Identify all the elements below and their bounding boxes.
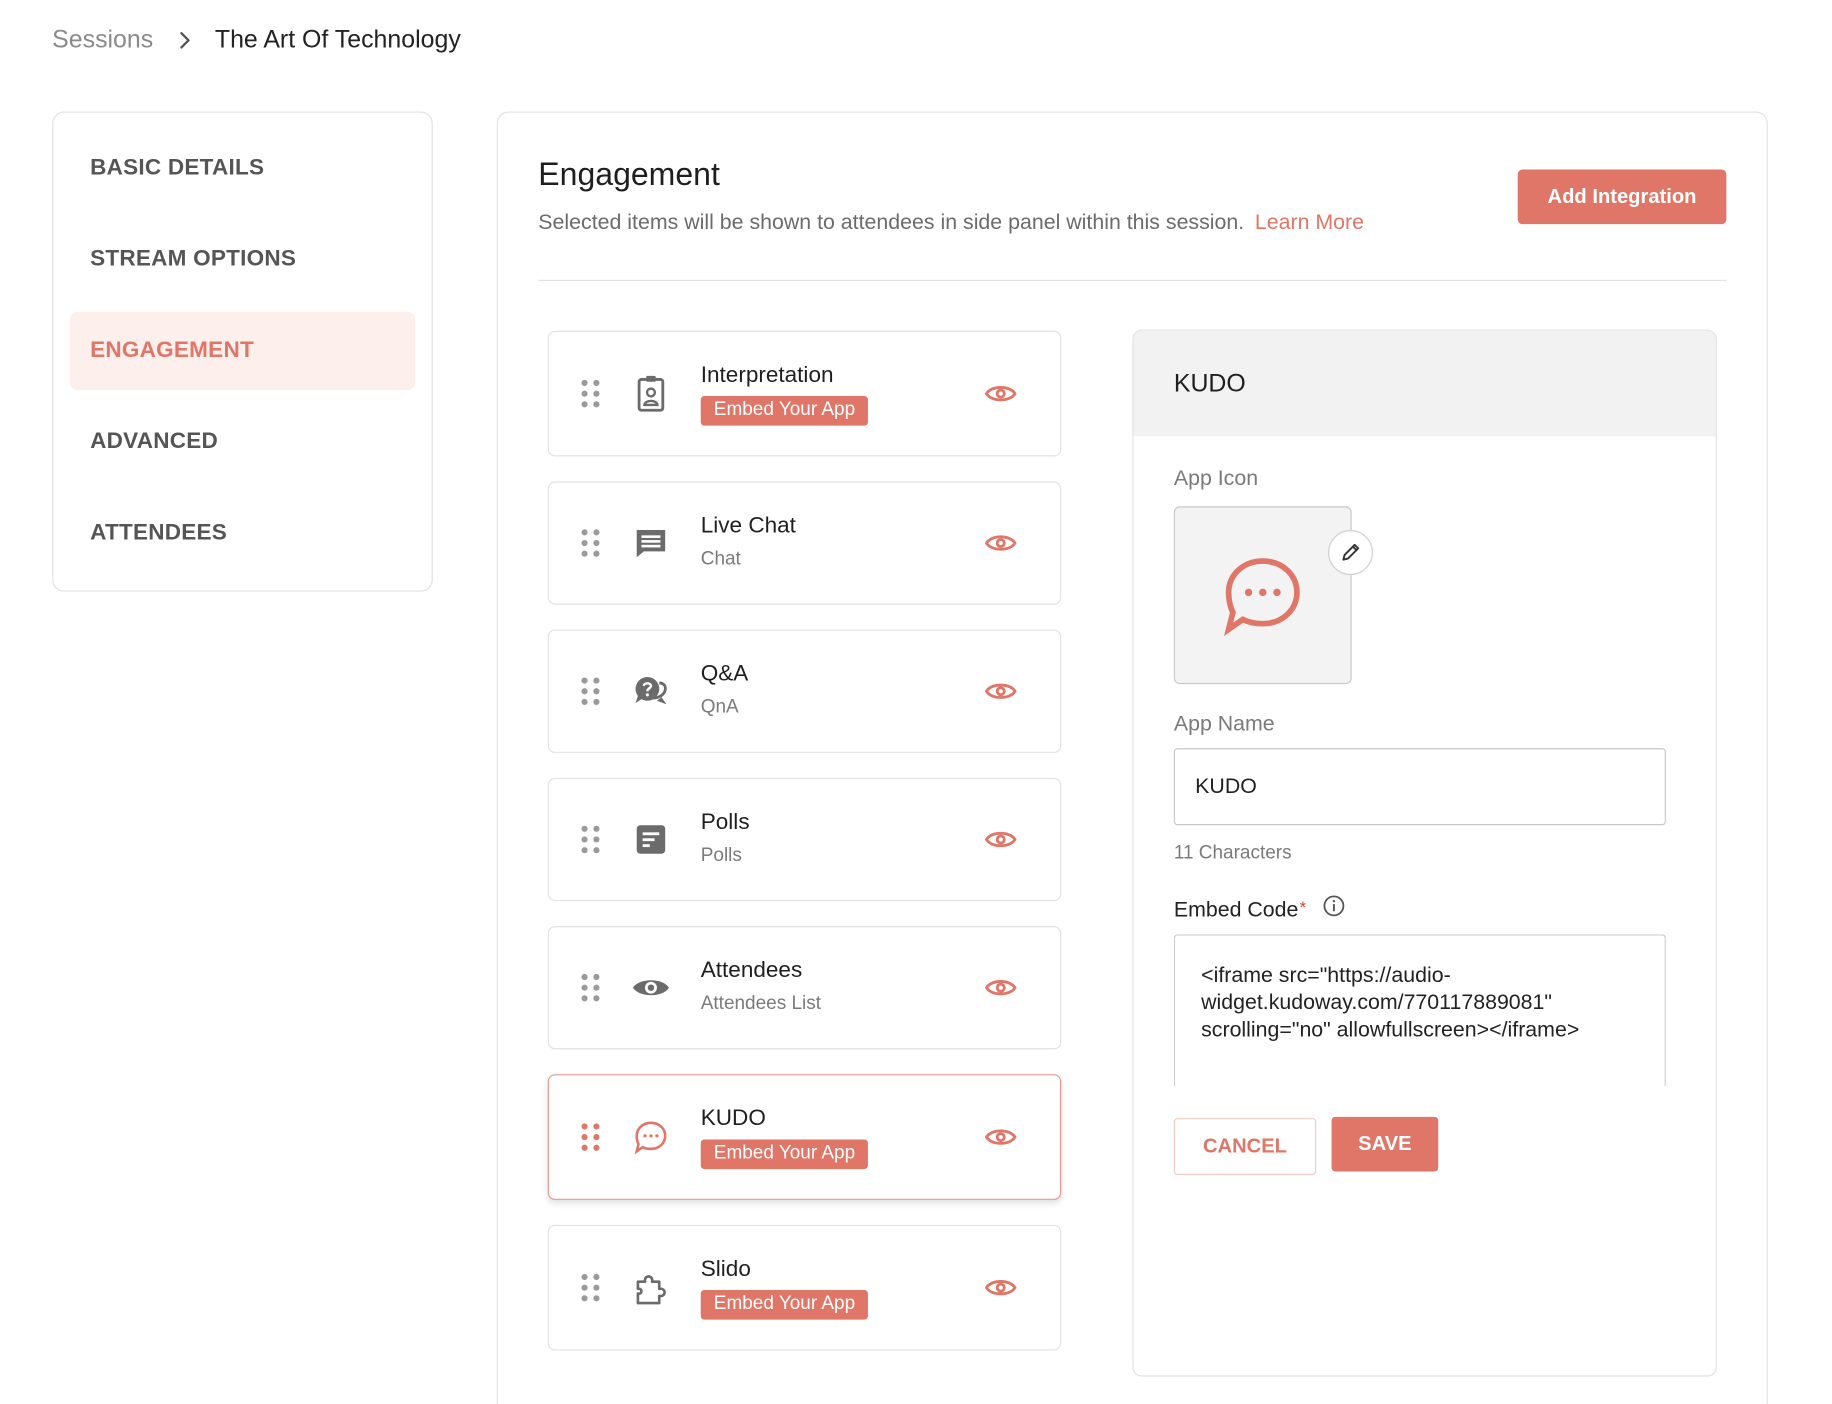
integration-name: Polls <box>700 809 750 835</box>
section-divider <box>538 279 1727 282</box>
nav-item-basic-details[interactable]: BASIC DETAILS <box>70 129 415 207</box>
embed-code-label-text: Embed Code <box>1173 897 1299 922</box>
chevron-right-icon <box>167 26 203 54</box>
visibility-toggle-eye-icon[interactable] <box>981 1268 1021 1308</box>
integration-subtitle: Polls <box>700 845 742 866</box>
breadcrumb: Sessions The Art Of Technology <box>52 26 461 54</box>
puzzle-icon <box>632 1269 670 1307</box>
integration-name: Slido <box>700 1256 751 1282</box>
integration-card-slido[interactable]: Slido Embed Your App <box>547 1224 1062 1351</box>
app-name-label: App Name <box>1173 711 1275 736</box>
visibility-toggle-eye-icon[interactable] <box>981 671 1021 711</box>
section-description: Selected items will be shown to attendee… <box>538 210 1364 235</box>
nav-item-advanced[interactable]: ADVANCED <box>70 403 415 481</box>
visibility-toggle-eye-icon[interactable] <box>981 1117 1021 1157</box>
visibility-toggle-eye-icon[interactable] <box>981 819 1021 859</box>
visibility-toggle-eye-icon[interactable] <box>981 373 1021 413</box>
integration-card-attendees[interactable]: Attendees Attendees List <box>547 926 1062 1050</box>
nav-item-attendees[interactable]: ATTENDEES <box>70 494 415 572</box>
integration-card-live-chat[interactable]: Live Chat Chat <box>547 481 1062 605</box>
detail-title: KUDO <box>1133 330 1716 437</box>
eye-icon <box>632 969 670 1007</box>
drag-handle-icon[interactable] <box>580 824 601 855</box>
integration-subtitle: Chat <box>700 548 741 570</box>
integration-subtitle: QnA <box>700 697 739 718</box>
integration-name: Interpretation <box>700 362 834 388</box>
integration-name: KUDO <box>700 1106 766 1132</box>
app-icon-preview <box>1173 506 1352 685</box>
integration-subtitle: Attendees List <box>700 993 821 1014</box>
breadcrumb-current: The Art Of Technology <box>214 26 461 54</box>
integration-detail-panel: KUDO App Icon App Name 11 Characters Emb… <box>1132 329 1717 1377</box>
integration-card-kudo[interactable]: KUDO Embed Your App <box>547 1074 1062 1200</box>
integration-name: Q&A <box>700 661 749 687</box>
app-icon-label: App Icon <box>1173 465 1259 490</box>
description-text: Selected items will be shown to attendee… <box>538 209 1245 234</box>
chat-dots-icon <box>632 1118 670 1156</box>
drag-handle-icon[interactable] <box>580 1272 601 1303</box>
contact-badge-icon <box>632 375 670 413</box>
character-count: 11 Characters <box>1173 843 1292 864</box>
learn-more-link[interactable]: Learn More <box>1255 210 1364 234</box>
integration-name: Attendees <box>700 958 803 983</box>
integration-card-polls[interactable]: Polls Polls <box>547 777 1062 902</box>
question-bubbles-icon <box>632 672 670 710</box>
drag-handle-icon[interactable] <box>580 378 601 409</box>
drag-handle-icon[interactable] <box>580 528 601 559</box>
breadcrumb-sessions-link[interactable]: Sessions <box>52 26 153 54</box>
integration-name: Live Chat <box>700 513 796 539</box>
chat-dots-icon <box>1224 558 1300 637</box>
embed-app-badge: Embed Your App <box>700 1139 869 1170</box>
add-integration-button[interactable]: Add Integration <box>1517 169 1727 225</box>
info-icon[interactable] <box>1322 894 1346 924</box>
integration-card-qna[interactable]: Q&A QnA <box>547 629 1062 753</box>
drag-handle-icon[interactable] <box>580 972 601 1003</box>
drag-handle-icon[interactable] <box>580 1122 601 1153</box>
visibility-toggle-eye-icon[interactable] <box>981 968 1021 1008</box>
save-button[interactable]: SAVE <box>1331 1116 1439 1172</box>
nav-item-engagement[interactable]: ENGAGEMENT <box>69 311 415 391</box>
session-settings-nav: BASIC DETAILS STREAM OPTIONS ENGAGEMENT … <box>52 111 433 592</box>
drag-handle-icon[interactable] <box>580 676 601 707</box>
visibility-toggle-eye-icon[interactable] <box>981 523 1021 563</box>
chat-lines-icon <box>632 524 670 562</box>
section-title: Engagement <box>538 156 720 193</box>
embed-app-badge: Embed Your App <box>700 396 869 426</box>
engagement-panel: Engagement Selected items will be shown … <box>496 111 1768 1404</box>
embed-code-label: Embed Code* <box>1173 895 1345 924</box>
integration-card-interpretation[interactable]: Interpretation Embed Your App <box>547 330 1062 457</box>
nav-item-stream-options[interactable]: STREAM OPTIONS <box>70 221 415 299</box>
required-asterisk: * <box>1299 897 1307 917</box>
app-name-input[interactable] <box>1173 748 1666 826</box>
edit-icon-pencil-icon[interactable] <box>1327 530 1374 576</box>
embed-code-textarea[interactable]: <iframe src="https://audio-widget.kudowa… <box>1173 934 1666 1087</box>
poll-icon <box>632 821 670 859</box>
embed-app-badge: Embed Your App <box>700 1290 869 1320</box>
cancel-button[interactable]: CANCEL <box>1173 1118 1317 1176</box>
